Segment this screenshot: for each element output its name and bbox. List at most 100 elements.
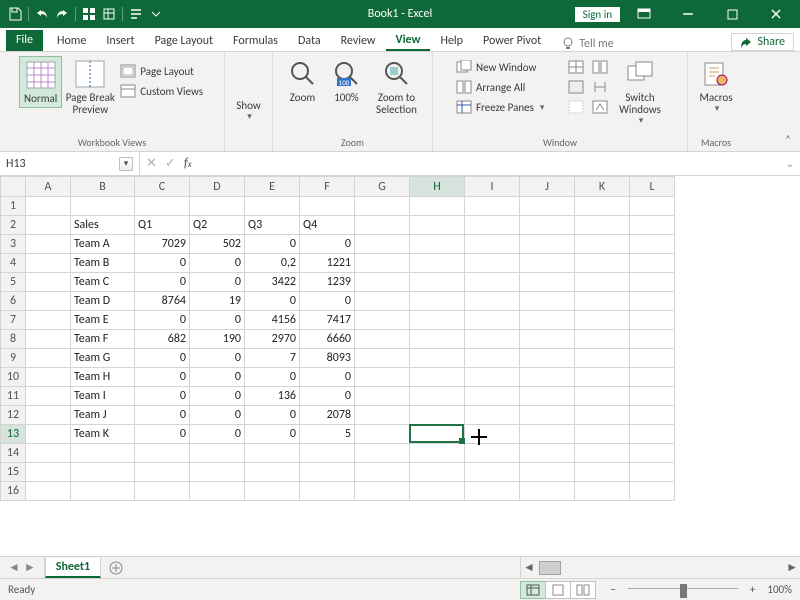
cell[interactable] — [26, 425, 71, 444]
cell[interactable] — [465, 482, 520, 501]
cell[interactable] — [575, 387, 630, 406]
cell[interactable] — [465, 463, 520, 482]
zoom-in-button[interactable]: + — [746, 583, 759, 596]
cell[interactable] — [71, 463, 135, 482]
tab-help[interactable]: Help — [430, 31, 473, 51]
cell[interactable] — [190, 463, 245, 482]
cell[interactable]: 0 — [245, 368, 300, 387]
row-header[interactable]: 9 — [1, 349, 26, 368]
redo-icon[interactable] — [53, 5, 71, 23]
row-header[interactable]: 8 — [1, 330, 26, 349]
cell[interactable] — [355, 406, 410, 425]
cell[interactable] — [355, 463, 410, 482]
cell[interactable] — [465, 406, 520, 425]
row-header[interactable]: 10 — [1, 368, 26, 387]
cell[interactable] — [630, 216, 675, 235]
cell[interactable] — [355, 216, 410, 235]
column-header[interactable]: D — [190, 177, 245, 197]
cell[interactable] — [410, 235, 465, 254]
cell[interactable] — [575, 235, 630, 254]
cell[interactable] — [630, 425, 675, 444]
cell[interactable] — [630, 387, 675, 406]
cell[interactable] — [465, 197, 520, 216]
select-all-cell[interactable] — [1, 177, 26, 197]
cell[interactable] — [26, 444, 71, 463]
cell[interactable]: 0 — [300, 368, 355, 387]
cell[interactable]: 8764 — [135, 292, 190, 311]
row-header[interactable]: 1 — [1, 197, 26, 216]
cell[interactable] — [245, 197, 300, 216]
row-header[interactable]: 4 — [1, 254, 26, 273]
cell[interactable] — [410, 463, 465, 482]
row-header[interactable]: 16 — [1, 482, 26, 501]
qat-item-icon[interactable] — [100, 5, 118, 23]
cell[interactable] — [575, 406, 630, 425]
cell[interactable] — [575, 197, 630, 216]
cell[interactable] — [465, 292, 520, 311]
cell[interactable]: 0 — [190, 349, 245, 368]
cell[interactable] — [26, 406, 71, 425]
cell[interactable]: 2078 — [300, 406, 355, 425]
cell[interactable] — [465, 235, 520, 254]
cell[interactable] — [26, 311, 71, 330]
collapse-ribbon-icon[interactable]: ˄ — [780, 131, 796, 147]
tab-review[interactable]: Review — [331, 31, 386, 51]
row-header[interactable]: 12 — [1, 406, 26, 425]
cell[interactable]: 0 — [300, 235, 355, 254]
cell[interactable] — [135, 444, 190, 463]
row-header[interactable]: 3 — [1, 235, 26, 254]
cell[interactable]: 0 — [135, 254, 190, 273]
cell[interactable] — [26, 330, 71, 349]
cell[interactable] — [630, 197, 675, 216]
cell[interactable] — [26, 292, 71, 311]
cell[interactable]: 4156 — [245, 311, 300, 330]
cell[interactable] — [520, 235, 575, 254]
tab-data[interactable]: Data — [288, 31, 331, 51]
cell[interactable] — [520, 216, 575, 235]
cell[interactable]: 0 — [245, 235, 300, 254]
cell[interactable]: Q2 — [190, 216, 245, 235]
cell[interactable]: 1239 — [300, 273, 355, 292]
share-button[interactable]: Share — [731, 33, 794, 51]
cell[interactable] — [520, 425, 575, 444]
horizontal-scrollbar[interactable]: ◄ ► — [520, 557, 800, 578]
page-layout-button[interactable]: Page Layout — [118, 62, 205, 80]
cell[interactable]: Team D — [71, 292, 135, 311]
cell[interactable] — [630, 406, 675, 425]
macros-button[interactable]: Macros▾ — [695, 56, 736, 116]
page-break-preview-button[interactable]: Page Break Preview — [66, 56, 114, 118]
cell[interactable]: 7417 — [300, 311, 355, 330]
row-header[interactable]: 15 — [1, 463, 26, 482]
tab-file[interactable]: File — [6, 30, 43, 51]
cell[interactable] — [465, 254, 520, 273]
normal-view-button[interactable]: Normal — [19, 56, 62, 108]
cell[interactable] — [245, 482, 300, 501]
zoom-out-button[interactable]: − — [606, 583, 619, 596]
column-header[interactable]: E — [245, 177, 300, 197]
hide-button[interactable] — [566, 78, 586, 96]
new-window-button[interactable]: New Window — [454, 58, 562, 76]
cell[interactable] — [575, 482, 630, 501]
cell[interactable] — [410, 292, 465, 311]
cell[interactable]: 8093 — [300, 349, 355, 368]
view-side-button[interactable] — [590, 58, 610, 76]
cell[interactable] — [300, 482, 355, 501]
cell[interactable] — [355, 368, 410, 387]
cell[interactable]: 0 — [190, 273, 245, 292]
sheet-nav[interactable]: ◄► — [0, 557, 45, 578]
cell[interactable]: 0 — [190, 368, 245, 387]
new-sheet-button[interactable] — [101, 557, 131, 578]
cell[interactable]: 0 — [190, 425, 245, 444]
cell[interactable] — [245, 444, 300, 463]
cell[interactable] — [26, 349, 71, 368]
cell[interactable] — [355, 273, 410, 292]
cell[interactable] — [410, 349, 465, 368]
show-button[interactable]: Show▾ — [229, 56, 269, 124]
cell[interactable] — [520, 444, 575, 463]
cell[interactable] — [410, 425, 465, 444]
cell[interactable] — [520, 330, 575, 349]
cell[interactable] — [410, 311, 465, 330]
cell[interactable] — [190, 444, 245, 463]
cell[interactable] — [630, 349, 675, 368]
cell[interactable] — [520, 387, 575, 406]
